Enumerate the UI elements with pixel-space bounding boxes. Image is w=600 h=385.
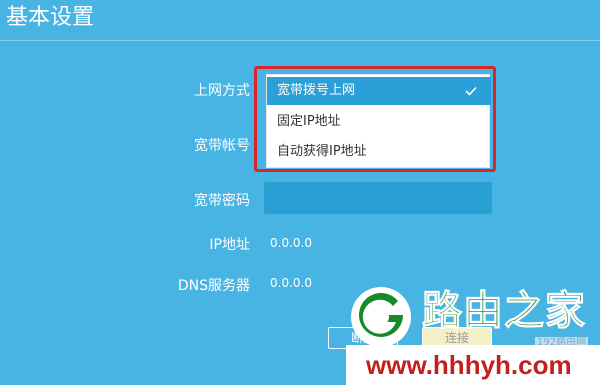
router-home-logo-icon bbox=[348, 284, 414, 350]
password-input[interactable] bbox=[264, 182, 492, 214]
ip-label: IP地址 bbox=[209, 237, 250, 253]
dropdown-option-label: 宽带拨号上网 bbox=[277, 83, 356, 98]
dropdown-option-pppoe[interactable]: 宽带拨号上网 bbox=[267, 77, 491, 105]
dropdown-option-label: 固定IP地址 bbox=[277, 114, 341, 129]
dropdown-option-label: 自动获得IP地址 bbox=[277, 144, 367, 159]
account-label: 宽带帐号 bbox=[194, 138, 250, 154]
password-label: 宽带密码 bbox=[194, 193, 250, 209]
page-title: 基本设置 bbox=[6, 5, 95, 30]
dns-value: 0.0.0.0 bbox=[270, 276, 312, 290]
dropdown-option-dhcp[interactable]: 自动获得IP地址 bbox=[267, 138, 491, 166]
dns-label: DNS服务器 bbox=[177, 278, 250, 294]
watermark-url-text: www.hhhyh.com bbox=[366, 350, 572, 380]
connection-type-dropdown[interactable]: 宽带拨号上网 固定IP地址 自动获得IP地址 bbox=[266, 74, 491, 168]
dropdown-option-static-ip[interactable]: 固定IP地址 bbox=[267, 108, 491, 136]
watermark-url-box: www.hhhyh.com bbox=[346, 345, 600, 385]
watermark-brand-text: 路由之家 bbox=[422, 288, 586, 335]
ip-value: 0.0.0.0 bbox=[270, 236, 312, 250]
title-divider bbox=[0, 40, 600, 41]
connection-type-label: 上网方式 bbox=[194, 83, 250, 99]
check-icon bbox=[463, 77, 479, 105]
